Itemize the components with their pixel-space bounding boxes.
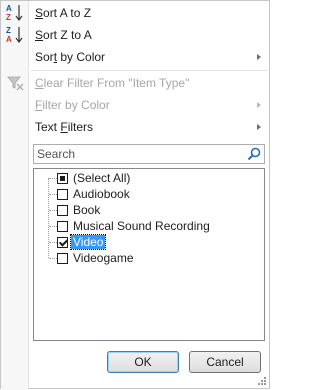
resize-grip-icon[interactable] <box>257 376 267 386</box>
menu-item-label: Sort Z to A <box>35 28 92 42</box>
list-item-videogame[interactable]: Videogame <box>34 250 264 266</box>
separator <box>31 70 268 71</box>
menu-item-sort-a-to-z[interactable]: A Z Sort A to Z <box>1 2 269 24</box>
list-item-label: Musical Sound Recording <box>73 219 210 233</box>
menu-item-label: Sort A to Z <box>35 6 92 20</box>
checkbox-video[interactable] <box>57 237 68 248</box>
cancel-button[interactable]: Cancel <box>189 351 261 373</box>
submenu-arrow-icon <box>257 54 261 60</box>
svg-text:Z: Z <box>6 26 11 35</box>
menu-item-label: Sort by Color <box>35 50 106 64</box>
filter-values-list[interactable]: (Select All) Audiobook Book Musical Soun… <box>33 168 265 341</box>
menu-item-text-filters[interactable]: Text Filters <box>1 116 269 138</box>
list-item-video[interactable]: Video <box>34 234 264 250</box>
search-icon[interactable] <box>246 146 262 162</box>
autofilter-dropdown: A Z Sort A to Z Z A Sort Z to A Sort by … <box>0 0 270 390</box>
search-input[interactable]: Search <box>33 144 265 164</box>
sort-ascending-icon: A Z <box>6 4 23 22</box>
list-item-select-all[interactable]: (Select All) <box>34 170 264 186</box>
list-item-label: Videogame <box>73 251 134 265</box>
menu-item-clear-filter[interactable]: Clear Filter From "Item Type" <box>1 72 269 94</box>
svg-text:A: A <box>6 4 12 13</box>
menu-item-label: Filter by Color <box>35 98 110 112</box>
list-item-label: (Select All) <box>73 171 131 185</box>
list-item-label: Video <box>69 234 107 250</box>
svg-text:Z: Z <box>6 13 11 22</box>
checkbox-select-all[interactable] <box>57 173 68 184</box>
submenu-arrow-icon <box>257 102 261 108</box>
menu-item-label: Clear Filter From "Item Type" <box>35 76 190 90</box>
menu-item-sort-by-color[interactable]: Sort by Color <box>1 46 269 68</box>
list-item-audiobook[interactable]: Audiobook <box>34 186 264 202</box>
checkbox-musical-sound-recording[interactable] <box>57 221 68 232</box>
tree-guide <box>49 226 57 227</box>
checkbox-videogame[interactable] <box>57 253 68 264</box>
list-item-book[interactable]: Book <box>34 202 264 218</box>
menu-item-label: Text Filters <box>35 120 94 134</box>
list-item-label: Book <box>73 203 101 217</box>
checkbox-book[interactable] <box>57 205 68 216</box>
tree-guide <box>49 194 57 195</box>
tree-guide <box>49 258 57 259</box>
submenu-arrow-icon <box>257 124 261 130</box>
search-placeholder: Search <box>37 147 76 161</box>
menu-item-sort-z-to-a[interactable]: Z A Sort Z to A <box>1 24 269 46</box>
tree-guide <box>49 242 57 243</box>
ok-button[interactable]: OK <box>107 351 179 373</box>
tree-guide <box>49 210 57 211</box>
sort-descending-icon: Z A <box>6 26 23 44</box>
menu-item-filter-by-color[interactable]: Filter by Color <box>1 94 269 116</box>
list-item-musical-sound-recording[interactable]: Musical Sound Recording <box>34 218 264 234</box>
list-item-label: Audiobook <box>73 187 130 201</box>
tree-guide <box>49 178 57 179</box>
clear-filter-icon <box>7 76 24 91</box>
checkbox-audiobook[interactable] <box>57 189 68 200</box>
svg-text:A: A <box>6 35 12 44</box>
